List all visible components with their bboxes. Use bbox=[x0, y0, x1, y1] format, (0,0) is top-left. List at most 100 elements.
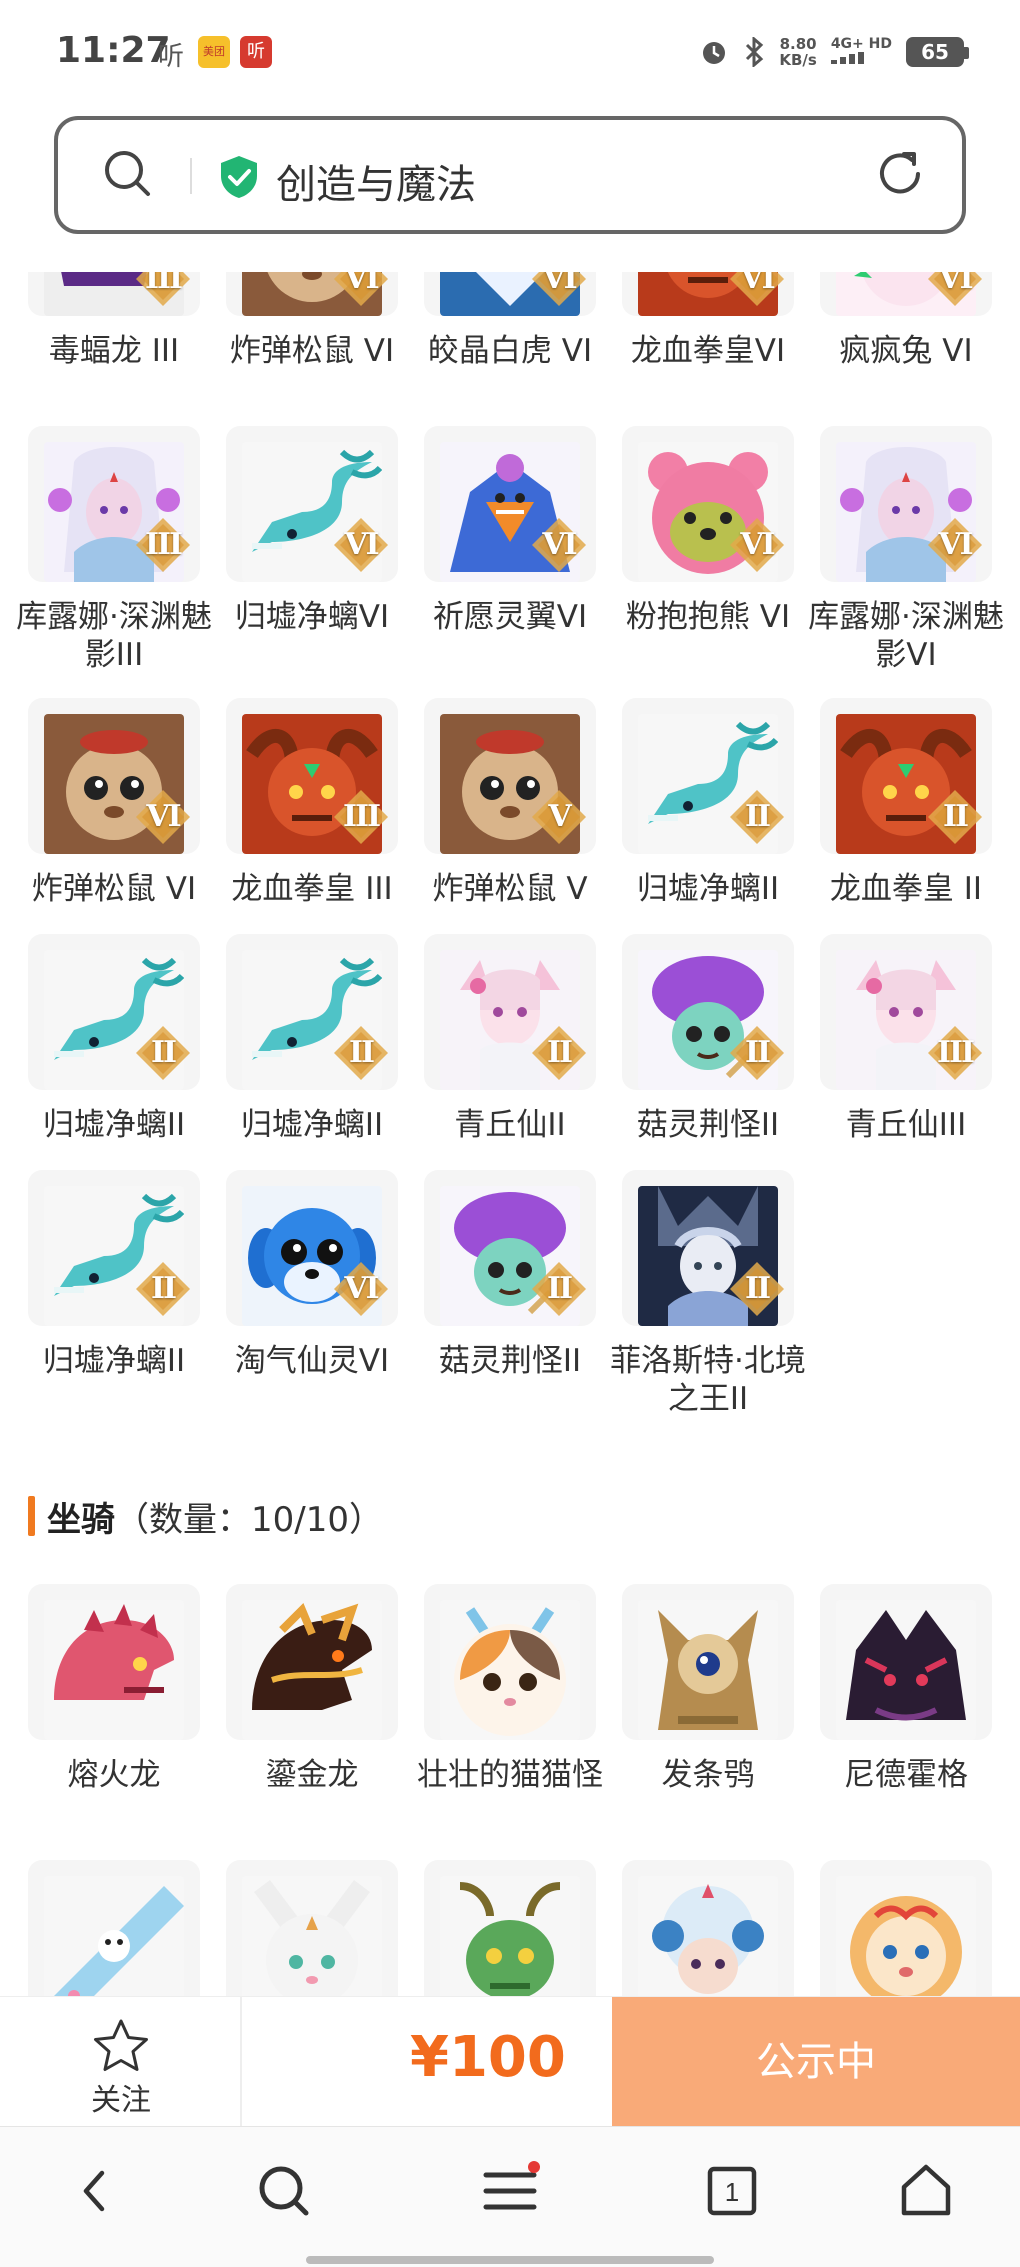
meituan-app-icon: 美团 bbox=[198, 36, 230, 68]
pet-thumbnail: VI bbox=[226, 426, 398, 582]
mount-thumbnail bbox=[820, 1584, 992, 1740]
pet-card[interactable]: II 归墟净螭II bbox=[28, 1170, 200, 1410]
tabs-button[interactable]: 1 bbox=[702, 2161, 762, 2221]
grade-badge: VI bbox=[728, 516, 786, 574]
refresh-icon[interactable] bbox=[874, 148, 926, 200]
svg-text:1: 1 bbox=[725, 2177, 739, 2207]
pet-thumbnail: II bbox=[424, 934, 596, 1090]
search-query[interactable]: 创造与魔法 bbox=[276, 152, 476, 210]
pet-name: 炸弹松鼠 VI bbox=[229, 333, 395, 369]
lava-dragon-icon bbox=[44, 1600, 184, 1740]
mount-card[interactable] bbox=[424, 1860, 596, 1996]
nav-search-button[interactable] bbox=[254, 2161, 314, 2221]
pet-card[interactable]: VI 炸弹松鼠 VI bbox=[28, 698, 200, 938]
pet-thumbnail: VI bbox=[820, 272, 992, 316]
grade-text: VI bbox=[542, 527, 577, 562]
verified-shield-icon bbox=[221, 156, 257, 198]
mount-card[interactable] bbox=[820, 1860, 992, 1996]
status-bar: 11:27 听 美团 听 8.80 KB/s 4G+ HD 65 bbox=[0, 0, 1020, 108]
mount-card[interactable] bbox=[226, 1860, 398, 1996]
netspeed-value: 8.80 bbox=[779, 35, 817, 53]
pet-card[interactable]: II 菲洛斯特·北境之王II bbox=[610, 1170, 806, 1417]
pet-card[interactable]: II 青丘仙II bbox=[424, 934, 596, 1174]
pet-card[interactable]: II 菇灵荆怪II bbox=[424, 1170, 596, 1410]
grade-badge: II bbox=[134, 1260, 192, 1318]
menu-button[interactable] bbox=[480, 2161, 540, 2221]
back-button[interactable] bbox=[66, 2161, 126, 2221]
section-label: 坐骑 bbox=[47, 1499, 115, 1540]
grade-text: VI bbox=[938, 527, 973, 562]
price: ¥100 bbox=[410, 2025, 566, 2090]
pet-card[interactable]: II 归墟净螭II bbox=[226, 934, 398, 1174]
star-icon bbox=[94, 2019, 148, 2071]
pet-card[interactable]: VI 龙血拳皇VI bbox=[622, 272, 794, 400]
mount-name: 熔火龙 bbox=[67, 1757, 161, 1793]
pet-card[interactable]: II 龙血拳皇 II bbox=[820, 698, 992, 938]
pet-card[interactable]: VI 炸弹松鼠 VI bbox=[226, 272, 398, 400]
pet-card[interactable]: II 菇灵荆怪II bbox=[622, 934, 794, 1174]
pet-name: 库露娜·深渊魅影VI bbox=[808, 599, 1004, 673]
item-list[interactable]: III 毒蝠龙 III VI 炸弹松鼠 VI VI 皎晶白虎 VI VI 龙血拳皇VI VI 疯疯… bbox=[0, 272, 1020, 1996]
pet-card[interactable]: II 归墟净螭II bbox=[622, 698, 794, 938]
pet-card[interactable]: II 归墟净螭II bbox=[28, 934, 200, 1174]
pet-thumbnail: II bbox=[622, 934, 794, 1090]
pet-name: 库露娜·深渊魅影III bbox=[16, 599, 212, 673]
signal-indicator: 4G+ HD bbox=[830, 35, 892, 68]
pet-thumbnail: VI bbox=[28, 698, 200, 854]
section-count: （数量：10/10） bbox=[115, 1499, 383, 1540]
home-button[interactable] bbox=[896, 2161, 956, 2221]
skateboard-icon bbox=[44, 1876, 184, 1996]
grade-text: II bbox=[744, 1271, 771, 1306]
pet-card[interactable]: VI 粉抱抱熊 VI bbox=[622, 426, 794, 666]
grade-text: II bbox=[348, 1035, 375, 1070]
publicity-status-button[interactable]: 公示中 bbox=[612, 1997, 1020, 2127]
mount-card[interactable]: 熔火龙 bbox=[28, 1584, 200, 1824]
pet-name: 毒蝠龙 III bbox=[48, 333, 180, 369]
pet-name: 归墟净螭II bbox=[636, 871, 780, 907]
pet-thumbnail: V bbox=[424, 698, 596, 854]
pet-card[interactable]: VI 淘气仙灵VI bbox=[226, 1170, 398, 1410]
pet-card[interactable]: V 炸弹松鼠 V bbox=[424, 698, 596, 938]
pet-thumbnail: II bbox=[226, 934, 398, 1090]
pet-card[interactable]: III 青丘仙III bbox=[820, 934, 992, 1174]
mount-card[interactable]: 发条鸮 bbox=[622, 1584, 794, 1824]
grade-badge: VI bbox=[728, 272, 786, 308]
pet-name: 龙血拳皇 III bbox=[231, 871, 393, 907]
mount-card[interactable]: 尼德霍格 bbox=[820, 1584, 992, 1824]
listen-badge-icon: 听 bbox=[240, 36, 272, 68]
pet-card[interactable]: VI 皎晶白虎 VI bbox=[424, 272, 596, 400]
grade-badge: III bbox=[926, 1024, 984, 1082]
mount-name: 发条鸮 bbox=[661, 1757, 755, 1793]
pet-name: 龙血拳皇 II bbox=[829, 871, 983, 907]
grade-badge: VI bbox=[530, 272, 588, 308]
grade-badge: II bbox=[728, 1260, 786, 1318]
grade-badge: II bbox=[134, 1024, 192, 1082]
pet-name: 归墟净螭II bbox=[240, 1107, 384, 1143]
search-bar[interactable]: 创造与魔法 bbox=[54, 116, 966, 234]
pet-card[interactable]: III 库露娜·深渊魅影III bbox=[16, 426, 212, 673]
pet-card[interactable]: VI 祈愿灵翼VI bbox=[424, 426, 596, 666]
bluetooth-icon bbox=[746, 37, 764, 67]
pet-thumbnail: VI bbox=[424, 426, 596, 582]
pet-card[interactable]: VI 库露娜·深渊魅影VI bbox=[808, 426, 1004, 673]
mount-card[interactable]: 壮壮的猫猫怪 bbox=[417, 1584, 603, 1824]
pet-card[interactable]: III 毒蝠龙 III bbox=[28, 272, 200, 400]
pet-thumbnail: III bbox=[820, 934, 992, 1090]
follow-button[interactable]: 关注 bbox=[0, 1997, 242, 2127]
mount-card[interactable] bbox=[28, 1860, 200, 1996]
pet-card[interactable]: VI 疯疯兔 VI bbox=[820, 272, 992, 400]
signal-bars-icon bbox=[830, 51, 864, 64]
mount-card[interactable] bbox=[622, 1860, 794, 1996]
pet-card[interactable]: III 龙血拳皇 III bbox=[226, 698, 398, 938]
pet-thumbnail: III bbox=[28, 426, 200, 582]
pet-name: 归墟净螭II bbox=[42, 1343, 186, 1379]
menu-icon bbox=[483, 2161, 540, 2210]
grade-text: III bbox=[936, 1035, 975, 1070]
pet-name: 皎晶白虎 VI bbox=[427, 333, 593, 369]
network-type: 4G+ HD bbox=[830, 35, 892, 52]
mount-thumbnail bbox=[28, 1860, 200, 1996]
pet-card[interactable]: VI 归墟净螭VI bbox=[226, 426, 398, 666]
search-icon[interactable] bbox=[102, 148, 154, 200]
mount-card[interactable]: 鎏金龙 bbox=[226, 1584, 398, 1824]
pet-thumbnail: III bbox=[226, 698, 398, 854]
